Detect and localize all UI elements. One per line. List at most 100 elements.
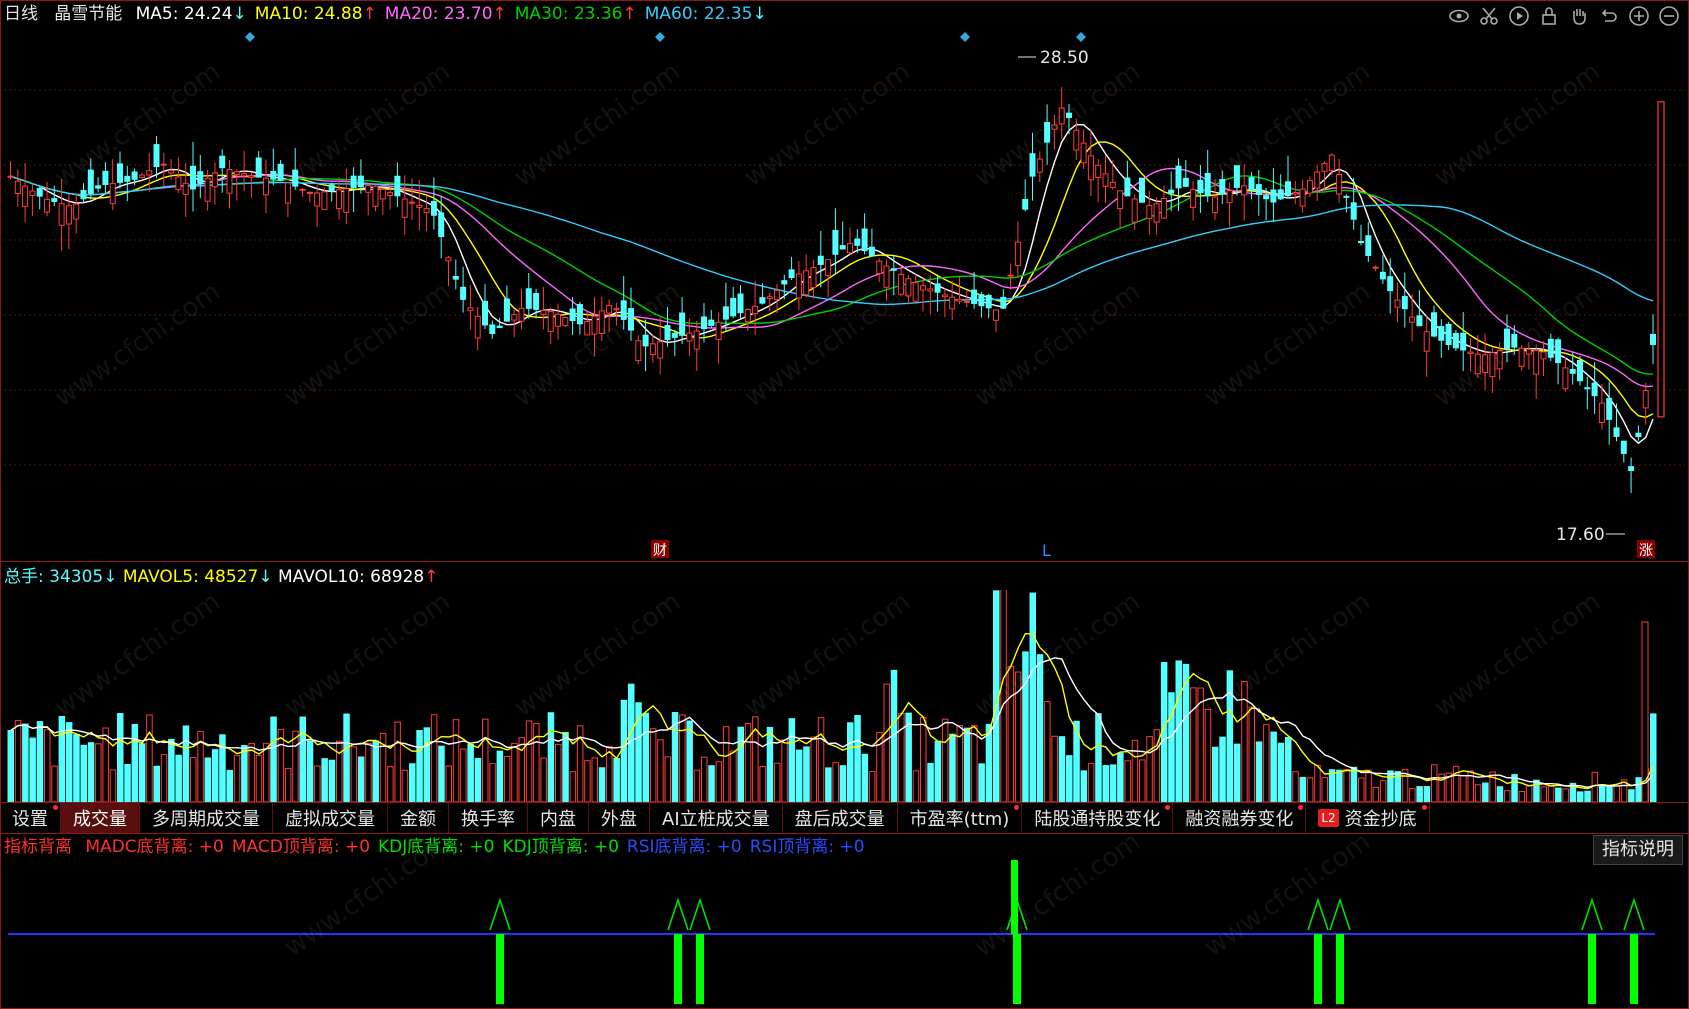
volume-bar (1562, 788, 1569, 802)
volume-bar (474, 757, 482, 802)
volume-bar (445, 765, 452, 802)
tab-7[interactable]: 外盘 (589, 803, 650, 833)
event-diamond[interactable] (655, 32, 665, 42)
volume-bar (1518, 791, 1526, 802)
candle (190, 142, 196, 212)
tab-10[interactable]: 市盈率(ttm) (898, 803, 1023, 833)
divergence-spike (1011, 860, 1018, 934)
volume-bar (547, 712, 555, 802)
tab-3[interactable]: 虚拟成交量 (273, 803, 388, 833)
tab-12[interactable]: 融资融券变化 (1173, 803, 1307, 833)
volume-bar (832, 762, 839, 802)
tab-label: 虚拟成交量 (285, 809, 375, 830)
total-volume-label: 总手: (4, 567, 44, 587)
tab-0[interactable]: 设置 (0, 803, 61, 833)
tab-11[interactable]: 陆股通持股变化 (1022, 803, 1174, 833)
candle (1204, 149, 1211, 202)
candle (1292, 180, 1299, 204)
tab-4[interactable]: 金额 (388, 803, 449, 833)
candlestick-chart[interactable]: 28.50 17.60 财 L 涨 (0, 0, 1689, 560)
volume-bar (263, 742, 270, 802)
tab-13[interactable]: L2 资金抄底 (1306, 803, 1430, 833)
volume-bar (1525, 785, 1533, 802)
volume-bar (686, 720, 693, 802)
volume-bar (839, 765, 847, 802)
volume-bar (1051, 735, 1058, 802)
tab-9[interactable]: 盘后成交量 (783, 803, 898, 833)
candle (219, 149, 226, 193)
volume-chart[interactable] (0, 590, 1689, 802)
tab-6[interactable]: 内盘 (528, 803, 589, 833)
candle (766, 292, 773, 312)
volume-bar (606, 745, 613, 802)
volume-bar (1336, 769, 1343, 802)
event-diamond[interactable] (1076, 32, 1086, 42)
candle (1547, 333, 1554, 362)
candle (1051, 114, 1058, 150)
candle (343, 168, 350, 225)
finance-marker[interactable]: 财 (651, 540, 669, 559)
candle (1365, 221, 1372, 262)
tab-label: 陆股通持股变化 (1034, 809, 1161, 830)
candle (1445, 321, 1452, 351)
candle (365, 183, 372, 216)
candle (620, 275, 627, 330)
candle (1431, 305, 1437, 338)
candle (1394, 282, 1401, 323)
candle (1314, 164, 1321, 201)
volume-bar (219, 734, 226, 802)
volume-bar (1314, 764, 1321, 802)
volume-bar (1628, 789, 1635, 802)
volume-bar (1102, 765, 1109, 802)
event-diamond[interactable] (960, 32, 970, 42)
mavol10-value: 68928 (370, 567, 425, 587)
candle (299, 187, 306, 197)
candle (270, 148, 277, 186)
candle (1219, 170, 1226, 204)
low-price-label: 17.60 (1556, 525, 1605, 545)
candle (1358, 224, 1364, 246)
volume-bar (1591, 771, 1599, 802)
event-diamond[interactable] (245, 32, 255, 42)
candle (1504, 314, 1510, 362)
svg-text:财: 财 (653, 543, 667, 559)
tab-label: 市盈率(ttm) (909, 809, 1010, 830)
candle (1277, 174, 1284, 200)
volume-bar (51, 765, 58, 802)
candle (36, 186, 43, 210)
volume-bar (540, 757, 547, 802)
volume-bar (503, 755, 511, 802)
volume-bar (1233, 743, 1241, 802)
volume-bar (803, 746, 810, 802)
volume-bar (1000, 590, 1007, 802)
volume-bar (525, 720, 533, 802)
volume-bar (949, 733, 956, 802)
candle (1058, 87, 1065, 139)
tab-dot (1421, 805, 1427, 810)
divergence-item: KDJ顶背离: +0 (502, 837, 619, 857)
volume-bar (934, 740, 942, 802)
volume-bar (1504, 790, 1511, 802)
tab-2[interactable]: 多周期成交量 (140, 803, 273, 833)
volume-bar (1474, 784, 1482, 802)
volume-bar (1139, 759, 1146, 802)
divergence-signal (667, 897, 689, 1004)
volume-bar (1358, 777, 1365, 802)
candle (1299, 179, 1306, 213)
candle (876, 258, 883, 283)
divergence-indicator-chart[interactable] (0, 860, 1689, 1006)
volume-bar (190, 757, 197, 802)
candle (1387, 257, 1394, 314)
tab-8[interactable]: AI立桩成交量 (650, 803, 783, 833)
candle (153, 136, 160, 179)
volume-bar (350, 746, 358, 802)
candle (29, 183, 36, 216)
limit-up-marker[interactable]: 涨 (1637, 540, 1655, 559)
l-marker[interactable]: L (1042, 541, 1051, 560)
tab-1[interactable]: 成交量 (61, 803, 140, 833)
volume-bar (1416, 786, 1423, 802)
volume-bar (95, 743, 102, 802)
volume-bar (1321, 777, 1328, 802)
tab-5[interactable]: 换手率 (449, 803, 528, 833)
svg-text:涨: 涨 (1639, 543, 1653, 559)
